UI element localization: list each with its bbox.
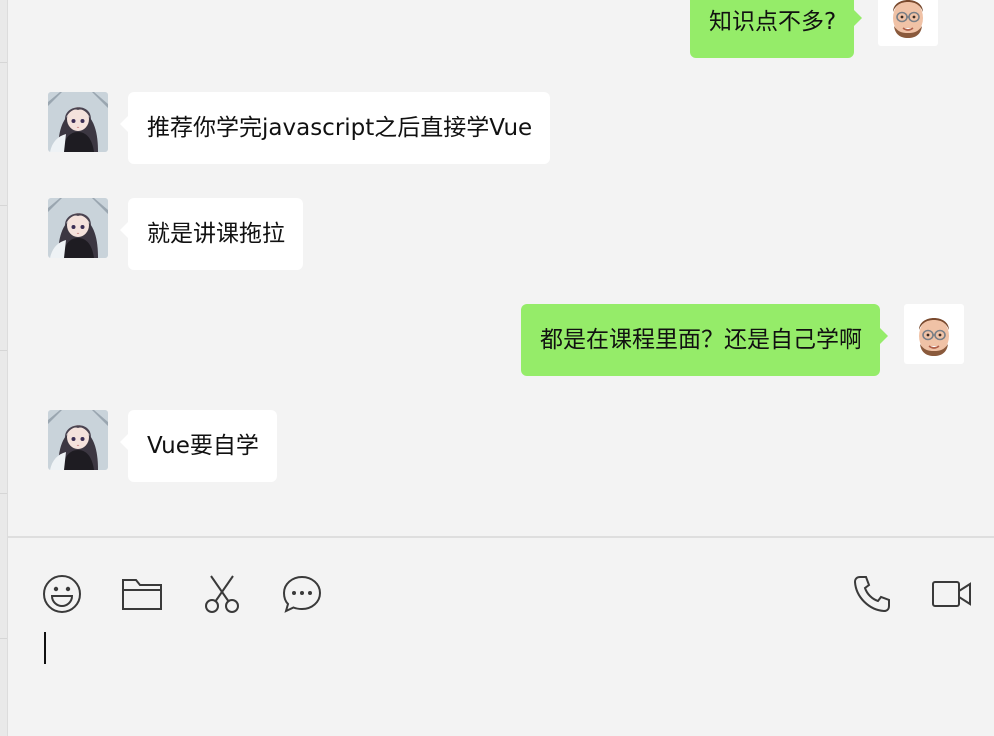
message-row-incoming: Vue要自学 bbox=[48, 410, 277, 482]
sidebar-divider bbox=[0, 493, 7, 494]
contact-avatar[interactable] bbox=[48, 410, 108, 470]
scissors-icon[interactable] bbox=[200, 572, 244, 616]
folder-icon[interactable] bbox=[120, 572, 164, 616]
phone-icon[interactable] bbox=[850, 572, 894, 616]
chat-messages-area[interactable]: 知识点不多? 推荐你学完javascript之后直接学Vue 就是讲课拖拉 都是… bbox=[8, 0, 994, 536]
message-row-incoming: 就是讲课拖拉 bbox=[48, 198, 303, 270]
message-row-incoming: 推荐你学完javascript之后直接学Vue bbox=[48, 92, 551, 164]
sidebar-edge bbox=[0, 0, 8, 736]
message-row-outgoing: 知识点不多? bbox=[690, 0, 938, 58]
emoji-icon[interactable] bbox=[40, 572, 84, 616]
message-bubble[interactable]: Vue要自学 bbox=[120, 410, 277, 482]
contact-avatar[interactable] bbox=[48, 198, 108, 258]
text-cursor bbox=[44, 632, 46, 664]
message-bubble[interactable]: 就是讲课拖拉 bbox=[120, 198, 303, 270]
self-avatar[interactable] bbox=[878, 0, 938, 46]
chat-bubble-icon[interactable] bbox=[280, 572, 324, 616]
message-bubble[interactable]: 知识点不多? bbox=[690, 0, 863, 58]
video-camera-icon[interactable] bbox=[930, 572, 974, 616]
contact-avatar[interactable] bbox=[48, 92, 108, 152]
sidebar-divider bbox=[0, 205, 7, 206]
sidebar-divider bbox=[0, 638, 7, 639]
message-bubble[interactable]: 都是在课程里面？还是自己学啊 bbox=[521, 304, 888, 376]
self-avatar[interactable] bbox=[904, 304, 964, 364]
sidebar-divider bbox=[0, 350, 7, 351]
message-row-outgoing: 都是在课程里面？还是自己学啊 bbox=[521, 304, 964, 376]
message-composer bbox=[8, 538, 994, 736]
message-bubble[interactable]: 推荐你学完javascript之后直接学Vue bbox=[119, 92, 551, 164]
sidebar-divider bbox=[0, 62, 7, 63]
message-input[interactable] bbox=[38, 624, 968, 724]
